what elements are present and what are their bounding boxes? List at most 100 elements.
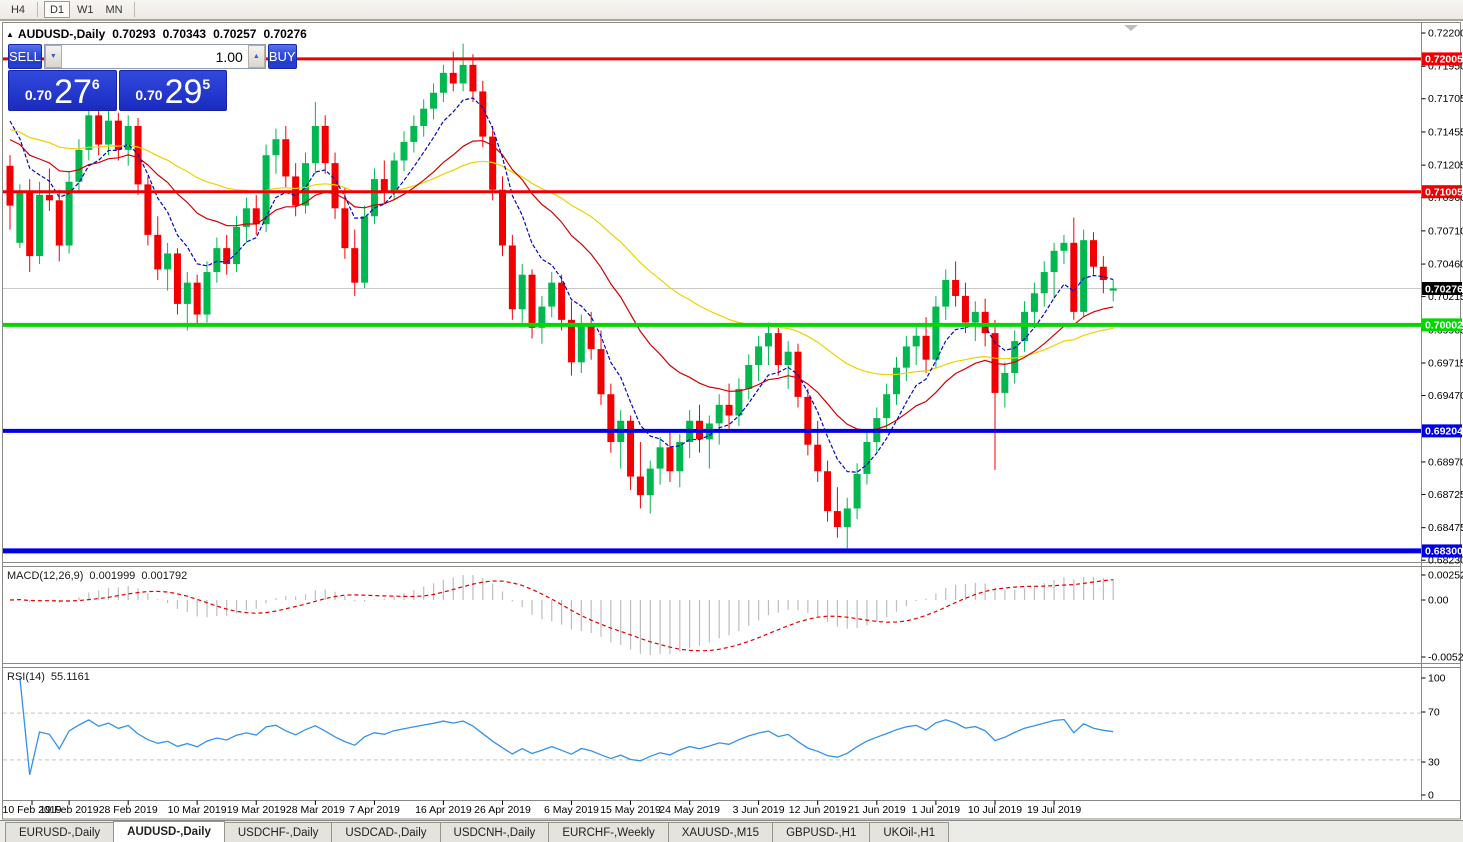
candle-body [774, 333, 782, 365]
candle-body [430, 92, 438, 109]
candle-body [1070, 242, 1078, 312]
candle-body [1060, 242, 1068, 251]
candle-body [361, 216, 369, 283]
candle-body [479, 91, 487, 137]
candle-body [715, 404, 723, 424]
candle-body [420, 108, 428, 126]
date-tick-label: 3 Jun 2019 [733, 804, 785, 816]
candle-body [95, 115, 103, 145]
symbol-tab-eurusd[interactable]: EURUSD-,Daily [5, 822, 115, 842]
candle-body [400, 141, 408, 161]
candle-body [1050, 250, 1058, 273]
buy-price-point: 5 [202, 76, 211, 92]
buy-price-box[interactable]: 0.70 29 5 [118, 70, 227, 111]
candle-body [666, 447, 674, 472]
buy-button[interactable]: BUY [267, 44, 297, 69]
candle-body [577, 325, 585, 363]
axis-tick-label: 0.68725 [1428, 489, 1463, 501]
chart-canvas[interactable]: 0.722000.719500.717050.714550.712050.709… [0, 0, 1463, 842]
candle-body [459, 64, 467, 84]
ohlc-low: 0.70257 [213, 27, 257, 41]
period-button-mn[interactable]: MN [101, 1, 128, 18]
candle-body [439, 72, 447, 93]
candle-body [410, 125, 418, 142]
one-click-trade-panel: SELL ▼ ▲ BUY 0.70 27 6 0.70 29 5 [8, 44, 297, 111]
candle-body [1001, 372, 1009, 393]
candle-body [893, 367, 900, 395]
symbol-tab-gbpusd[interactable]: GBPUSD-,H1 [772, 822, 871, 842]
candle-body [636, 476, 644, 496]
candle-body [656, 447, 664, 469]
candle-body [85, 115, 93, 150]
sell-price-pips: 27 [54, 73, 92, 111]
candle-body [508, 245, 516, 310]
candle-body [587, 325, 595, 350]
date-tick-label: 26 Apr 2019 [474, 804, 531, 816]
candle-body [961, 295, 969, 323]
collapse-arrow-icon[interactable]: ▲ [6, 30, 14, 39]
macd-value-1: 0.001999 [89, 570, 136, 582]
volume-decrease-button[interactable]: ▼ [44, 45, 62, 68]
rsi-name: RSI(14) [7, 671, 45, 683]
symbol-tab-usdcnh[interactable]: USDCNH-,Daily [439, 822, 550, 842]
period-button-d1[interactable]: D1 [44, 1, 70, 18]
sell-price-box[interactable]: 0.70 27 6 [8, 70, 117, 111]
candle-body [952, 280, 960, 296]
candle-body [55, 200, 63, 246]
volume-input[interactable] [61, 45, 248, 68]
date-tick-label: 6 May 2019 [544, 804, 599, 816]
axis-tick-label: 0.71455 [1428, 126, 1463, 138]
symbol-tab-usdcad[interactable]: USDCAD-,Daily [331, 822, 441, 842]
date-tick-label: 10 Mar 2019 [168, 804, 227, 816]
symbol-tab-usdchf[interactable]: USDCHF-,Daily [223, 822, 333, 842]
chart-title: ▲ AUDUSD-,Daily 0.70293 0.70343 0.70257 0.702… [6, 27, 307, 41]
candle-body [26, 192, 34, 257]
candle-body [912, 335, 920, 347]
rsi-axis-label: 100 [1428, 673, 1446, 685]
period-button-h4[interactable]: H4 [5, 1, 31, 18]
sell-price-point: 6 [91, 76, 100, 92]
rsi-value: 55.1161 [50, 671, 90, 683]
candle-body [351, 248, 359, 283]
rsi-indicator-label: RSI(14) 55.1161 [7, 671, 96, 683]
axis-tick-label: 0.71205 [1428, 160, 1463, 172]
toolbar-separator [37, 2, 38, 17]
volume-increase-button[interactable]: ▲ [247, 45, 265, 68]
axis-tick-label: 0.71705 [1428, 93, 1463, 105]
symbol-tab-audusd[interactable]: AUDUSD-,Daily [113, 821, 225, 842]
symbol-tab-ukoil[interactable]: UKOil-,H1 [869, 822, 950, 842]
axis-tick-label: 0.69470 [1428, 390, 1463, 402]
date-tick-label: 28 Feb 2019 [99, 804, 158, 816]
candle-body [883, 394, 891, 419]
price-label-0.69204: 0.69204 [1425, 426, 1463, 438]
rsi-axis-label: 0 [1428, 790, 1434, 802]
sell-button[interactable]: SELL [8, 44, 42, 69]
candle-body [105, 120, 112, 145]
candle-body [154, 234, 162, 270]
macd-axis-label: 0.002522 [1428, 570, 1463, 582]
price-label-0.70002: 0.70002 [1425, 320, 1463, 332]
ohlc-high: 0.70343 [162, 27, 207, 41]
candle-body [863, 442, 871, 474]
candle-body [469, 64, 477, 92]
candle-body [16, 192, 24, 243]
sell-price-main: 0.70 [24, 87, 53, 103]
period-button-w1[interactable]: W1 [72, 1, 99, 18]
candle-body [922, 335, 930, 360]
candle-body [804, 396, 812, 445]
candle-body [607, 394, 615, 443]
symbol-tab-xauusd[interactable]: XAUUSD-,M15 [667, 822, 774, 842]
symbol-tab-eurchf[interactable]: EURCHF-,Weekly [548, 822, 669, 842]
candle-body [1040, 272, 1048, 294]
candle-body [203, 272, 211, 315]
candle-body [173, 253, 181, 304]
ohlc-close: 0.70276 [263, 27, 307, 41]
symbol-name: AUDUSD-,Daily [17, 27, 106, 41]
date-tick-label: 24 May 2019 [659, 804, 720, 816]
candle-body [725, 404, 733, 416]
candle-body [1090, 240, 1097, 267]
buy-price-main: 0.70 [135, 87, 163, 103]
macd-axis-label: 0.00 [1428, 595, 1449, 607]
candle-body [499, 189, 506, 246]
rsi-axis-label: 30 [1428, 757, 1440, 769]
